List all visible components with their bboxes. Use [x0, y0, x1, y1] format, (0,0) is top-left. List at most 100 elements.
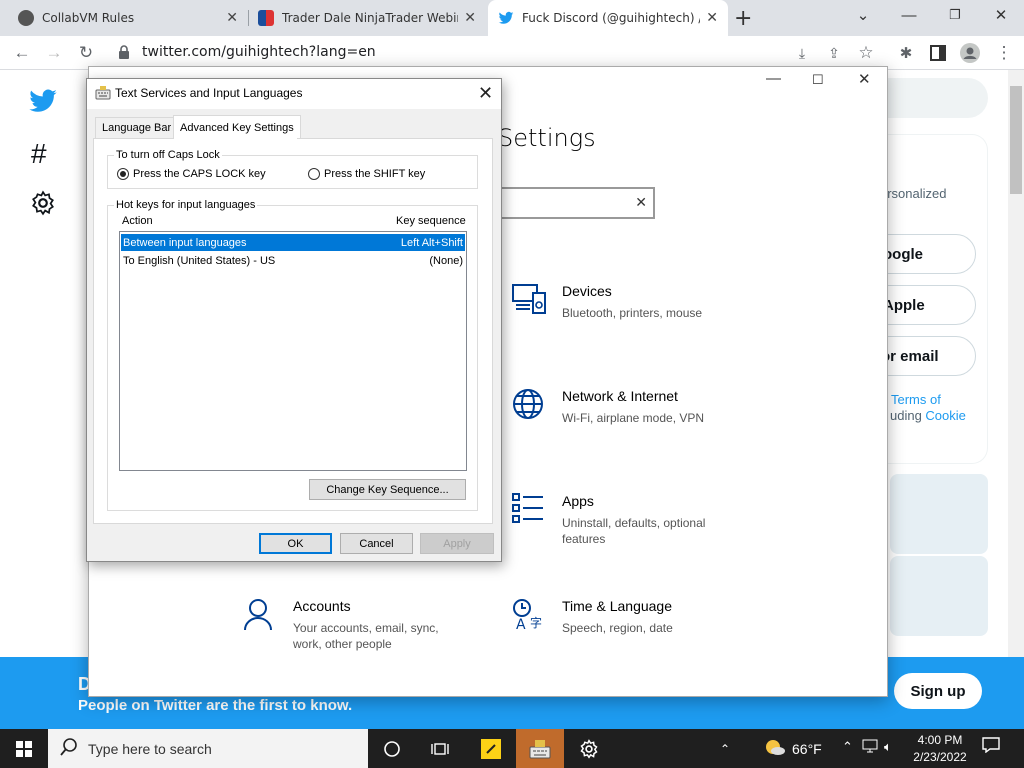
list-item[interactable]: To English (United States) - US (None)	[121, 252, 465, 269]
accounts-heading: Accounts	[293, 598, 351, 614]
email-label: or email	[881, 347, 939, 365]
apps-list-icon	[512, 493, 544, 526]
cancel-button[interactable]: Cancel	[340, 533, 413, 554]
network-description: Wi-Fi, airplane mode, VPN	[562, 411, 705, 425]
address-bar[interactable]: twitter.com/guihightech?lang=en	[142, 44, 376, 60]
search-icon	[60, 738, 78, 759]
restore-icon[interactable]: ❐	[932, 0, 978, 30]
sticky-notes-icon[interactable]	[467, 729, 515, 768]
tab-language-bar[interactable]: Language Bar	[95, 117, 179, 139]
settings-gear-icon[interactable]	[30, 190, 56, 219]
row-key: (None)	[429, 254, 463, 267]
tab-search-icon[interactable]: ⌄	[840, 0, 886, 30]
cookie-link[interactable]: Cookie	[925, 408, 965, 423]
browser-tab-twitter[interactable]: Fuck Discord (@guihightech) / Tw ✕	[488, 0, 728, 36]
row-key: Left Alt+Shift	[400, 236, 463, 249]
windows-start-icon[interactable]	[0, 729, 48, 768]
bookmark-star-icon[interactable]: ☆	[856, 43, 876, 63]
hotkeys-group-label: Hot keys for input languages	[114, 199, 258, 211]
task-view-icon[interactable]	[416, 729, 464, 768]
weather-widget[interactable]: 66°F	[764, 738, 822, 759]
svg-text:A: A	[516, 617, 526, 630]
minimize-icon[interactable]: —	[886, 0, 932, 30]
dialog-close-icon[interactable]: ✕	[478, 83, 493, 104]
browser-tab-collabvm[interactable]: CollabVM Rules ✕	[8, 0, 248, 36]
signup-button[interactable]: Sign up	[894, 673, 982, 709]
sun-cloud-icon	[764, 738, 786, 759]
network-tray-icon[interactable]	[862, 738, 878, 757]
shift-radio[interactable]: Press the SHIFT key	[308, 168, 425, 180]
column-header-key-sequence: Key sequence	[396, 215, 466, 227]
settings-minimize-icon[interactable]: —	[766, 70, 781, 87]
settings-maximize-icon[interactable]: ☐	[812, 72, 824, 88]
close-tab-icon[interactable]: ✕	[706, 10, 718, 26]
apply-button[interactable]: Apply	[420, 533, 494, 554]
taskbar-clock[interactable]: 4:00 PM 2/23/2022	[900, 732, 980, 766]
volume-icon[interactable]: 🔈︎	[884, 739, 892, 755]
row-action: To English (United States) - US	[123, 254, 276, 267]
close-tab-icon[interactable]: ✕	[226, 10, 238, 26]
settings-gear-taskbar-icon[interactable]	[565, 729, 613, 768]
keyboard-icon	[95, 85, 111, 104]
install-icon[interactable]: ⤓	[792, 43, 812, 63]
banner-text: People on Twitter are the first to know.	[78, 697, 353, 714]
ok-button[interactable]: OK	[259, 533, 332, 554]
tab-title: Fuck Discord (@guihightech) / Tw	[522, 11, 700, 25]
tab-advanced-key-settings[interactable]: Advanced Key Settings	[173, 115, 301, 139]
menu-kebab-icon[interactable]: ⋮	[994, 43, 1014, 63]
ad-image	[890, 556, 988, 636]
globe-icon	[512, 388, 544, 423]
caps-lock-radio-label: Press the CAPS LOCK key	[133, 168, 266, 180]
apple-label: Apple	[883, 296, 925, 314]
apps-heading: Apps	[562, 493, 594, 509]
close-window-icon[interactable]: ✕	[978, 0, 1024, 30]
reload-icon[interactable]: ↻	[76, 43, 96, 63]
change-key-sequence-button[interactable]: Change Key Sequence...	[309, 479, 466, 500]
shift-radio-label: Press the SHIFT key	[324, 168, 426, 180]
taskbar-search-placeholder: Type here to search	[88, 740, 212, 757]
person-icon	[243, 598, 273, 633]
svg-text:字: 字	[530, 615, 542, 630]
taskbar-search-box[interactable]: Type here to search	[48, 729, 368, 768]
settings-close-icon[interactable]: ✕	[858, 70, 871, 88]
list-item[interactable]: Between input languages Left Alt+Shift	[121, 234, 465, 251]
profile-avatar-icon[interactable]	[960, 43, 980, 63]
sidepanel-icon[interactable]	[928, 43, 948, 63]
show-hidden-icons-icon[interactable]: ⌃	[710, 729, 740, 768]
collabvm-icon	[18, 10, 34, 26]
tab-title: CollabVM Rules	[42, 11, 135, 25]
clock-date: 2/23/2022	[913, 750, 967, 764]
radio-checked-icon	[117, 168, 129, 180]
twitter-sidebar: #	[0, 70, 88, 660]
settings-title: Settings	[498, 124, 596, 152]
terms-link[interactable]: Terms of	[891, 392, 941, 407]
new-tab-button[interactable]: +	[734, 0, 764, 36]
cookie-line: uding Cookie	[890, 408, 966, 423]
explore-hashtag-icon[interactable]: #	[31, 138, 47, 170]
browser-toolbar: ← → ↻ twitter.com/guihightech?lang=en ⤓ …	[0, 36, 1024, 70]
notification-icon[interactable]	[982, 737, 1000, 756]
weather-temperature: 66°F	[792, 740, 822, 757]
caps-lock-group-label: To turn off Caps Lock	[114, 149, 222, 161]
accounts-description: Your accounts, email, sync, work, other …	[293, 621, 439, 651]
tray-chevron-icon[interactable]: ⌃	[842, 739, 853, 755]
caps-lock-radio[interactable]: Press the CAPS LOCK key	[117, 168, 266, 180]
back-arrow-icon[interactable]: ←	[12, 43, 32, 63]
scrollbar-thumb[interactable]	[1010, 86, 1022, 194]
network-heading: Network & Internet	[562, 388, 678, 404]
forward-arrow-icon[interactable]: →	[44, 43, 64, 63]
column-header-action: Action	[122, 215, 153, 227]
clear-search-icon[interactable]: ✕	[635, 194, 647, 211]
dialog-title: Text Services and Input Languages	[115, 86, 303, 100]
text-services-taskbar-icon[interactable]	[516, 729, 564, 768]
tab-title: Trader Dale NinjaTrader Webinar	[282, 11, 459, 25]
close-tab-icon[interactable]: ✕	[464, 10, 476, 26]
cortana-icon[interactable]	[368, 729, 416, 768]
browser-tab-trader[interactable]: Trader Dale NinjaTrader Webinar ✕	[248, 0, 486, 36]
share-icon[interactable]: ⇪	[824, 43, 844, 63]
twitter-logo-icon[interactable]	[28, 86, 58, 119]
devices-icon	[512, 283, 546, 318]
extensions-icon[interactable]: ✱	[896, 43, 916, 63]
cookie-prefix: uding	[890, 408, 926, 423]
time-language-icon: A字	[512, 598, 546, 633]
